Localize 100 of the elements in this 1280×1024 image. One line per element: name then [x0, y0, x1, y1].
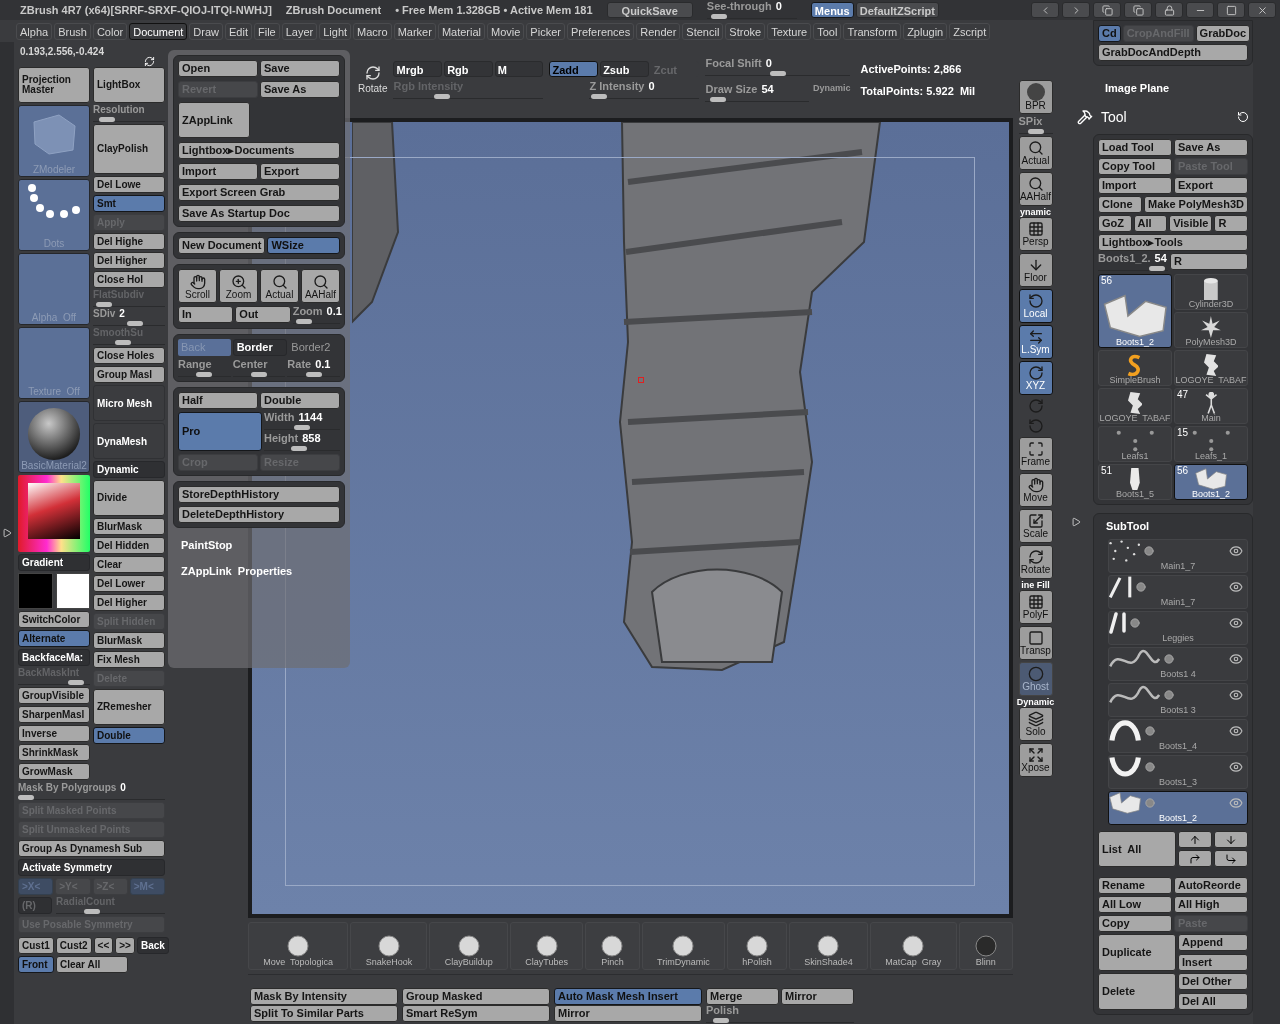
panel-button[interactable]: Inverse — [18, 725, 90, 742]
slider-track[interactable] — [287, 372, 340, 377]
panel-button[interactable]: Smt — [93, 195, 165, 212]
eye-icon[interactable] — [1229, 580, 1243, 594]
shelf-button[interactable]: Transp — [1018, 626, 1053, 660]
shelf-button[interactable]: Actual — [1018, 136, 1053, 170]
toggle-icon[interactable] — [1145, 798, 1156, 808]
panel-button[interactable]: Insert — [1178, 954, 1248, 971]
script-button[interactable]: DefaultZScript — [855, 2, 939, 18]
slider-track[interactable] — [264, 446, 340, 451]
eye-icon[interactable] — [1229, 760, 1243, 774]
menu-item[interactable]: Light — [319, 22, 352, 40]
panel-button[interactable]: Group Masl — [93, 366, 165, 383]
panel-button[interactable]: Half — [178, 392, 258, 409]
slider-track[interactable] — [56, 909, 165, 914]
tool-tile[interactable]: Leafs1 — [1098, 425, 1172, 462]
eye-icon[interactable] — [1229, 544, 1243, 558]
menu-item[interactable]: Draw — [189, 22, 223, 40]
subtool-row[interactable]: Main1_7 — [1108, 575, 1248, 609]
shelf-button[interactable]: Scale — [1018, 509, 1053, 543]
window-control[interactable] — [1217, 2, 1245, 18]
toggle-icon[interactable] — [1145, 726, 1156, 736]
panel-button[interactable]: Import — [1098, 176, 1172, 194]
slider-thumb[interactable] — [291, 446, 307, 451]
slider-track[interactable] — [706, 1018, 854, 1023]
menu-item[interactable]: Layer — [281, 22, 318, 40]
mode-button[interactable]: Mrgb — [393, 61, 443, 77]
slider-thumb[interactable] — [126, 321, 143, 326]
subtool-row[interactable]: Leggies — [1108, 611, 1248, 645]
panel-button[interactable]: BlurMask — [93, 632, 165, 649]
toggle-icon[interactable] — [1130, 618, 1140, 628]
menu-item[interactable]: Tool — [813, 22, 842, 40]
slider-thumb[interactable] — [769, 71, 786, 77]
quicksave-button[interactable]: QuickSave — [606, 2, 693, 18]
shelf-button[interactable]: Solo — [1018, 707, 1053, 741]
eye-icon[interactable] — [1229, 688, 1243, 702]
panel-button[interactable]: DeleteDepthHistory — [178, 506, 340, 523]
panel-button[interactable]: All Low — [1098, 896, 1172, 913]
window-control[interactable] — [1124, 2, 1152, 18]
panel-button[interactable]: BlurMask — [93, 518, 165, 535]
panel-button[interactable]: Out — [235, 306, 291, 323]
window-control[interactable] — [1155, 2, 1183, 18]
move-button[interactable] — [1214, 831, 1248, 848]
panel-button[interactable]: Clear — [93, 556, 165, 573]
panel-button[interactable]: Del Highe — [93, 233, 165, 250]
icon-button[interactable]: AAHalf — [301, 269, 340, 303]
slider-track[interactable] — [93, 117, 165, 122]
menu-item[interactable]: Macro — [353, 22, 392, 40]
eye-icon[interactable] — [1229, 724, 1243, 738]
eye-icon[interactable] — [1229, 652, 1243, 666]
panel-button[interactable]: Border2 — [289, 339, 340, 356]
slider-track[interactable] — [292, 319, 340, 324]
eye-icon[interactable] — [1229, 796, 1243, 810]
shelf-button[interactable]: Local — [1018, 289, 1053, 323]
window-control[interactable] — [1248, 2, 1276, 18]
tool-tile[interactable]: SimpleBrush — [1098, 349, 1172, 386]
panel-button[interactable]: Micro Mesh — [93, 385, 165, 421]
panel-button[interactable]: StoreDepthHistory — [178, 486, 340, 503]
panel-button[interactable]: Del Higher — [93, 594, 165, 611]
subtool-row[interactable]: Boots1 3 — [1108, 683, 1248, 717]
panel-button[interactable]: Split To Similar Parts — [250, 1005, 398, 1022]
icon-button[interactable]: Scroll — [178, 269, 217, 303]
panel-button[interactable]: ZRemesher — [93, 689, 165, 725]
brush-tile[interactable]: Blinn — [958, 922, 1014, 970]
eye-icon[interactable] — [1229, 616, 1243, 630]
tool-tile[interactable]: 15 Leafs_1 — [1174, 425, 1248, 462]
menu-item[interactable]: Preferences — [566, 22, 635, 40]
panel-button[interactable]: Export — [260, 163, 340, 180]
mode-button[interactable]: Zsub — [600, 61, 649, 77]
panel-button[interactable]: GrabDocAndDepth — [1098, 44, 1248, 61]
slider-track[interactable] — [264, 425, 340, 430]
panel-button[interactable]: Border — [232, 339, 288, 356]
menu-item[interactable]: Picker — [526, 22, 565, 40]
slider-thumb[interactable] — [18, 795, 34, 800]
panel-button[interactable]: DynaMesh — [93, 423, 165, 459]
mode-button[interactable]: Zadd — [549, 61, 599, 77]
subtool-row[interactable]: Boots1_2 — [1108, 791, 1248, 825]
panel-button[interactable]: Lightbox▸Tools — [1098, 233, 1248, 251]
menu-item[interactable]: Edit — [225, 22, 252, 40]
panel-button[interactable]: Append — [1178, 934, 1248, 951]
panel-button[interactable]: Import — [178, 163, 258, 180]
brush-tile[interactable]: MatCap Gray — [870, 922, 957, 970]
color-swatch[interactable] — [18, 573, 53, 609]
panel-button[interactable]: Back — [136, 937, 169, 954]
subtool-row[interactable]: Main1_7 — [1108, 539, 1248, 573]
panel-button[interactable]: R — [1214, 214, 1248, 232]
tool-button[interactable]: List All — [1098, 831, 1176, 867]
panel-button[interactable]: Pro — [178, 412, 262, 451]
panel-button[interactable]: Dynamic — [93, 461, 165, 478]
slider-thumb[interactable] — [1027, 129, 1044, 134]
panel-button[interactable]: Cd — [1098, 25, 1121, 42]
slider-track[interactable] — [706, 14, 797, 19]
tool-tile[interactable]: 51 Boots1_5 — [1098, 463, 1172, 500]
panel-button[interactable]: GrabDoc — [1195, 25, 1251, 42]
panel-button[interactable]: Divide — [93, 480, 165, 516]
panel-button[interactable]: AutoReorde — [1174, 877, 1248, 894]
panel-button[interactable]: All — [1133, 214, 1168, 232]
shelf-button[interactable]: XYZ — [1018, 361, 1053, 395]
tool-tile[interactable]: LOGOYE TABAF — [1098, 387, 1172, 424]
panel-button[interactable]: Save As — [260, 81, 340, 98]
